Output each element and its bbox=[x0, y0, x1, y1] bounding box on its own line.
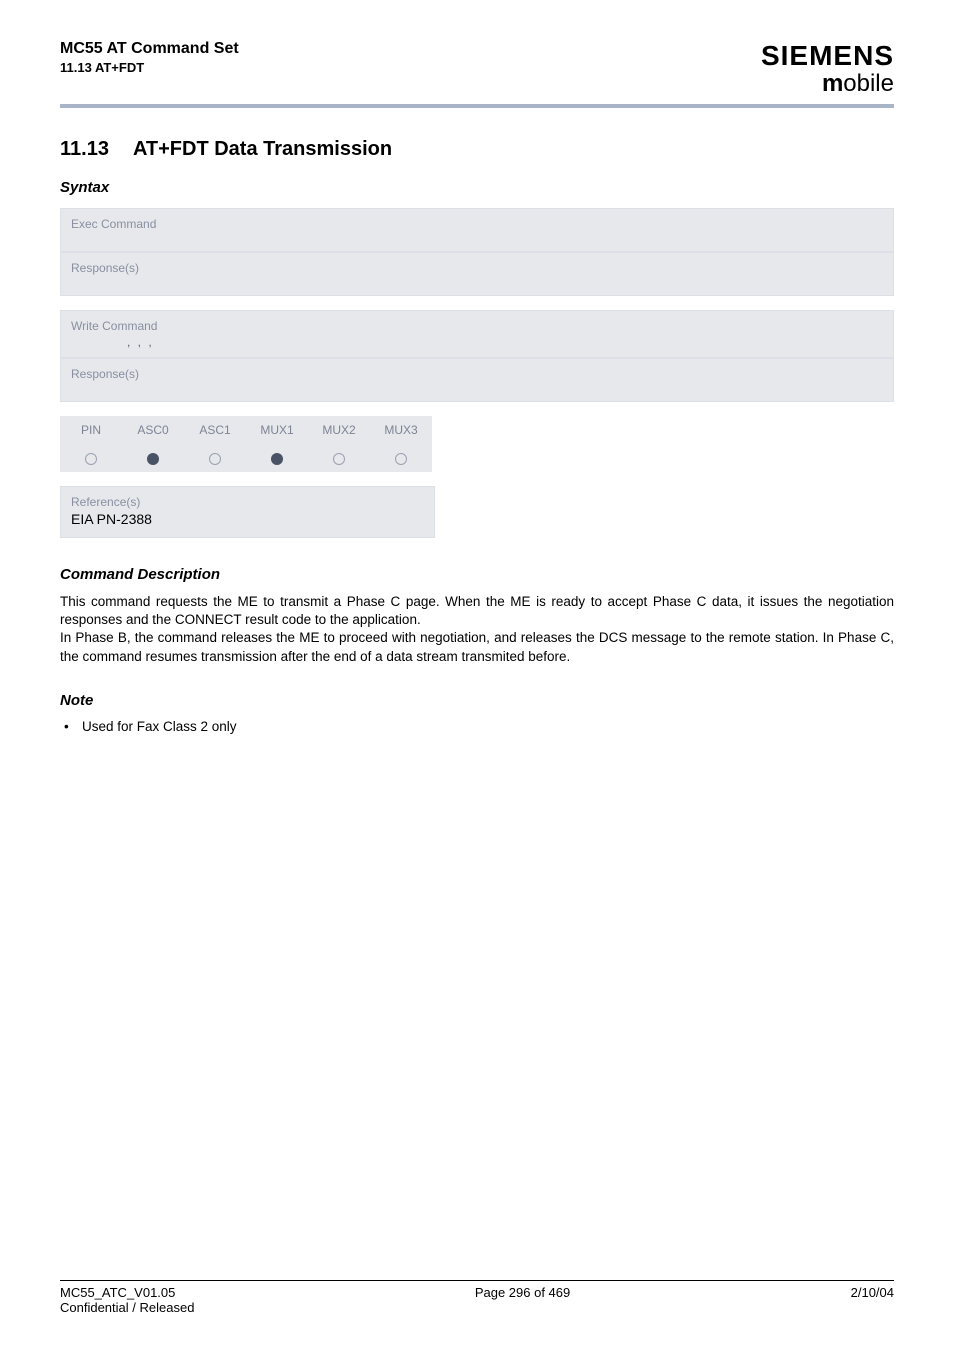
write-command-params: , , , bbox=[61, 335, 893, 357]
footer-doc-id: MC55_ATC_V01.05 bbox=[60, 1285, 194, 1300]
pin-dot-1 bbox=[122, 444, 184, 472]
doc-title: MC55 AT Command Set bbox=[60, 40, 239, 58]
write-command-panel: Write Command , , , bbox=[60, 310, 894, 358]
pin-dot-5 bbox=[370, 444, 432, 472]
write-response-header: Response(s) bbox=[61, 359, 893, 383]
doc-subtitle: 11.13 AT+FDT bbox=[60, 60, 239, 75]
pin-table: PIN ASC0 ASC1 MUX1 MUX2 MUX3 bbox=[60, 416, 432, 472]
exec-response-panel: Response(s) bbox=[60, 252, 894, 296]
exec-command-body bbox=[61, 233, 893, 251]
section-title: AT+FDT Data Transmission bbox=[133, 138, 392, 160]
command-description-text: This command requests the ME to transmit… bbox=[60, 593, 894, 666]
pin-col-3: MUX1 bbox=[246, 416, 308, 444]
syntax-label: Syntax bbox=[60, 179, 894, 196]
header-right: SIEMENS mobile bbox=[761, 40, 894, 98]
brand-sub-span: obile bbox=[843, 70, 894, 97]
footer-date: 2/10/04 bbox=[851, 1285, 894, 1315]
dot-filled-icon bbox=[147, 453, 159, 465]
write-response-panel: Response(s) bbox=[60, 358, 894, 402]
footer-left: MC55_ATC_V01.05 Confidential / Released bbox=[60, 1285, 194, 1315]
exec-command-header: Exec Command bbox=[61, 209, 893, 233]
reference-panel: Reference(s) EIA PN-2388 bbox=[60, 486, 435, 538]
pin-col-4: MUX2 bbox=[308, 416, 370, 444]
dot-empty-icon bbox=[85, 453, 97, 465]
reference-body: EIA PN-2388 bbox=[61, 511, 434, 537]
header-left: MC55 AT Command Set 11.13 AT+FDT bbox=[60, 40, 239, 75]
page-footer: MC55_ATC_V01.05 Confidential / Released … bbox=[60, 1280, 894, 1315]
dot-empty-icon bbox=[209, 453, 221, 465]
pin-dot-3 bbox=[246, 444, 308, 472]
write-command-header: Write Command bbox=[61, 311, 893, 335]
pin-col-0: PIN bbox=[60, 416, 122, 444]
note-list: Used for Fax Class 2 only bbox=[60, 719, 894, 734]
write-response-body bbox=[61, 383, 893, 401]
pin-dot-2 bbox=[184, 444, 246, 472]
pin-col-5: MUX3 bbox=[370, 416, 432, 444]
section-heading: 11.13 AT+FDT Data Transmission bbox=[60, 138, 894, 161]
pin-col-2: ASC1 bbox=[184, 416, 246, 444]
exec-response-body bbox=[61, 277, 893, 295]
note-item: Used for Fax Class 2 only bbox=[64, 719, 894, 734]
command-description-label: Command Description bbox=[60, 566, 894, 583]
pin-col-1: ASC0 bbox=[122, 416, 184, 444]
footer-confidential: Confidential / Released bbox=[60, 1300, 194, 1315]
exec-command-panel: Exec Command bbox=[60, 208, 894, 252]
footer-page: Page 296 of 469 bbox=[475, 1285, 570, 1315]
reference-header: Reference(s) bbox=[61, 487, 434, 511]
brand-logo: SIEMENS bbox=[761, 40, 894, 72]
pin-dot-4 bbox=[308, 444, 370, 472]
exec-response-header: Response(s) bbox=[61, 253, 893, 277]
pin-dot-0 bbox=[60, 444, 122, 472]
section-number: 11.13 bbox=[60, 138, 109, 161]
dot-empty-icon bbox=[333, 453, 345, 465]
brand-subtext: mobile bbox=[761, 70, 894, 98]
header-rule bbox=[60, 104, 894, 108]
page-header: MC55 AT Command Set 11.13 AT+FDT SIEMENS… bbox=[60, 40, 894, 98]
note-label: Note bbox=[60, 692, 894, 709]
dot-empty-icon bbox=[395, 453, 407, 465]
dot-filled-icon bbox=[271, 453, 283, 465]
